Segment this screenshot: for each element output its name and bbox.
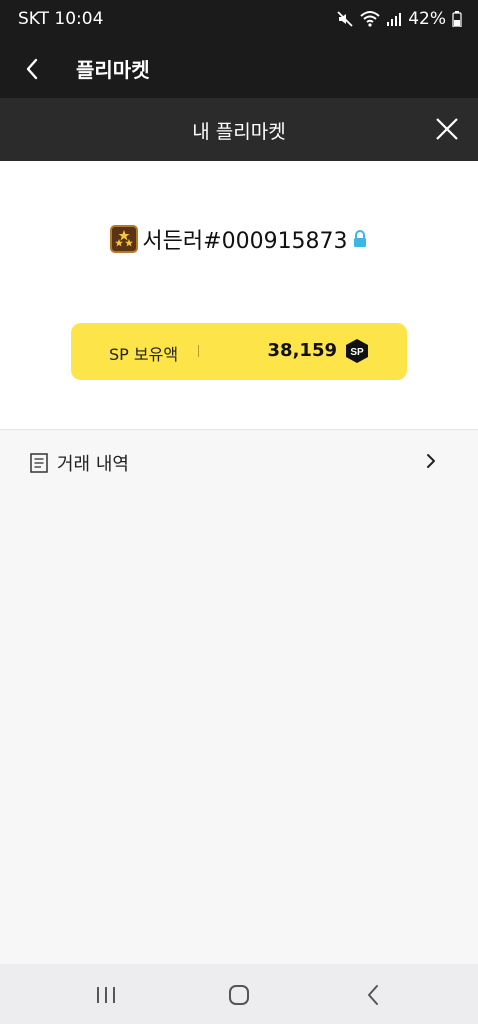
- system-nav-bar: [0, 964, 478, 1024]
- nickname-row: 서든러#000915873: [0, 223, 478, 255]
- document-icon: [30, 453, 48, 473]
- battery-icon: [452, 11, 462, 27]
- sub-header-title: 내 플리마켓: [192, 121, 286, 143]
- carrier-time: SKT 10:04: [18, 9, 104, 29]
- lock-icon: [353, 230, 366, 247]
- recent-apps-icon[interactable]: [92, 981, 120, 1009]
- wifi-icon: [360, 11, 380, 27]
- status-icons: 42%: [336, 9, 462, 29]
- app-title: 플리마켓: [76, 58, 150, 82]
- profile-section: 서든러#000915873 SP 보유액 38,159 SP: [0, 161, 478, 429]
- sp-balance-amount: 38,159: [267, 340, 337, 361]
- sp-balance-label: SP 보유액: [109, 345, 179, 364]
- sp-coin-text: SP: [350, 347, 364, 358]
- sp-balance-card: SP 보유액 38,159 SP: [71, 323, 407, 380]
- battery-text: 42%: [408, 9, 446, 29]
- status-bar: SKT 10:04 42%: [0, 0, 478, 38]
- home-icon[interactable]: [225, 981, 253, 1009]
- back-arrow-icon[interactable]: [18, 54, 48, 84]
- chevron-right-icon: [427, 454, 435, 468]
- sp-divider: [198, 345, 199, 357]
- sub-header: 내 플리마켓: [0, 98, 478, 161]
- mute-icon: [337, 11, 353, 27]
- trade-history-label: 거래 내역: [57, 454, 129, 475]
- back-icon[interactable]: [360, 981, 388, 1009]
- rank-stars-icon: [110, 225, 139, 253]
- trade-history-row[interactable]: 거래 내역: [0, 430, 478, 492]
- sp-coin-icon: SP: [346, 339, 368, 363]
- signal-icon: [387, 13, 402, 26]
- app-bar: 플리마켓: [0, 38, 478, 98]
- close-icon[interactable]: [434, 116, 460, 142]
- nickname: 서든러#000915873: [142, 229, 348, 254]
